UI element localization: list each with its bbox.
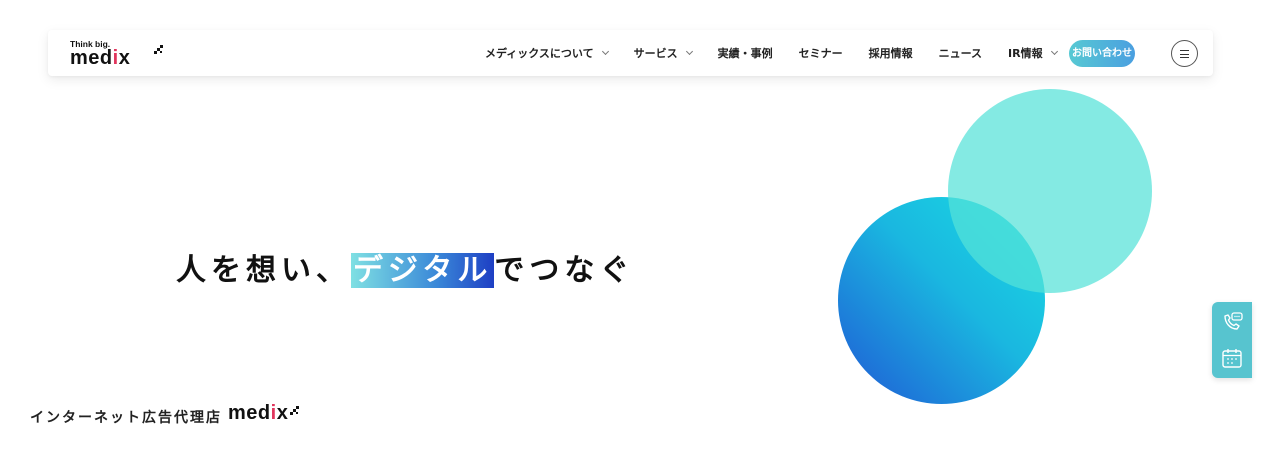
company-tagline: インターネット広告代理店 [30,410,222,426]
nav-item-label: メディックスについて [485,47,594,60]
hero-headline-highlight: デジタル [351,253,495,288]
side-contact-panel [1212,302,1252,378]
site-header: Think big. medix メディックスについて サービス 実績・事例 セ… [48,30,1213,76]
nav-item-label: 採用情報 [868,47,913,60]
nav-item-seminars[interactable]: セミナー [799,45,843,61]
nav-item-label: セミナー [798,47,843,60]
nav-item-label: サービス [633,47,678,60]
nav-item-label: IR情報 [1008,47,1043,60]
hero-mint-circle [948,89,1152,293]
nav-item-ir[interactable]: IR情報 [1008,45,1058,61]
contact-button[interactable]: お問い合わせ [1069,40,1135,67]
nav-item-about[interactable]: メディックスについて [485,45,609,61]
chevron-down-icon [601,47,609,56]
logo-pixel-mark-icon [287,406,299,416]
calendar-button[interactable] [1220,346,1244,370]
bottom-logo: medix [228,399,308,429]
nav-item-cases[interactable]: 実績・事例 [718,45,773,61]
phone-chat-button[interactable] [1220,310,1244,334]
nav-item-news[interactable]: ニュース [939,45,982,61]
nav-item-recruit[interactable]: 採用情報 [869,45,913,61]
nav-item-label: 実績・事例 [717,47,773,60]
chevron-down-icon [685,47,693,56]
nav-item-services[interactable]: サービス [633,45,693,61]
nav-item-label: ニュース [938,47,983,60]
logo-pixel-mark-icon [151,45,163,55]
calendar-icon [1222,349,1242,368]
site-logo[interactable]: Think big. medix [70,39,170,69]
menu-button[interactable] [1171,40,1198,67]
bottom-logo-wordmark: medix [228,402,289,424]
logo-wordmark: medix [70,47,131,69]
phone-chat-icon [1224,312,1243,330]
hero-headline: 人を想い、デジタルでつなぐ [176,253,635,288]
main-nav: メディックスについて サービス 実績・事例 セミナー 採用情報 ニュース IR情… [485,30,1083,76]
chevron-down-icon [1050,47,1058,56]
